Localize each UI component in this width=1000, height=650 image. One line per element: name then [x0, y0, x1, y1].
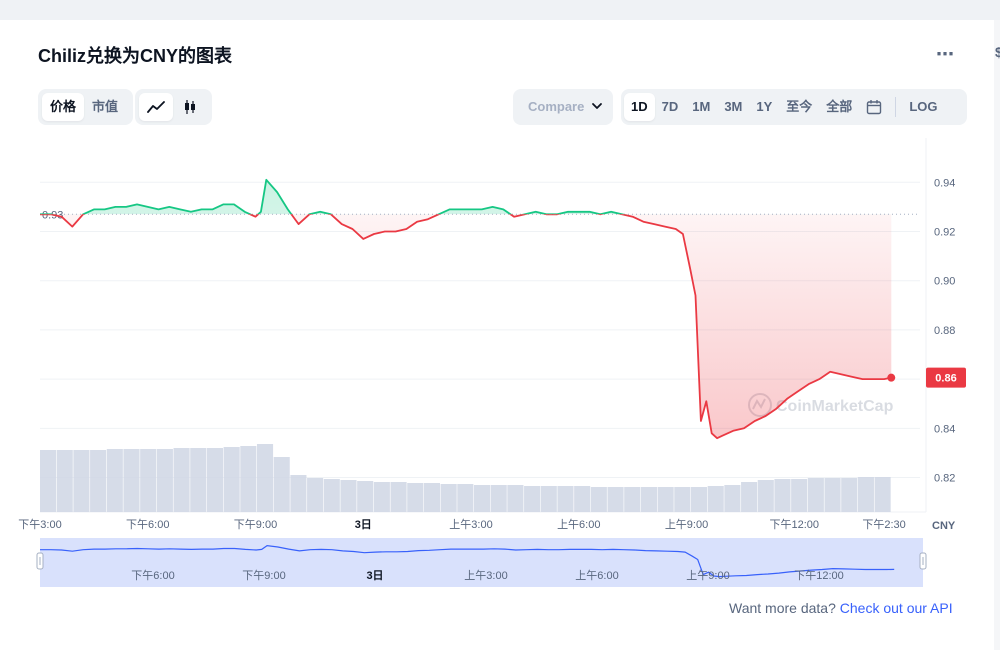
- volume-bar: [857, 477, 874, 512]
- volume-bar: [290, 475, 307, 512]
- volume-bar: [774, 479, 791, 512]
- last-price-label: 0.86: [935, 373, 956, 385]
- x-tick-label: 上午6:00: [557, 518, 600, 531]
- volume-bar: [223, 447, 240, 512]
- volume-bar: [106, 449, 123, 512]
- price-area-fill: [40, 179, 892, 439]
- navigator-tick-label: 上午3:00: [464, 569, 507, 582]
- x-tick-label: 下午9:00: [234, 518, 277, 531]
- volume-bar: [507, 485, 524, 512]
- volume-bar: [757, 480, 774, 512]
- navigator-tick-label: 下午9:00: [242, 569, 285, 582]
- volume-bar: [574, 486, 591, 512]
- volume-bar: [140, 449, 157, 512]
- volume-bar: [73, 450, 90, 512]
- volume-bar: [156, 449, 173, 512]
- api-link[interactable]: Check out our API: [840, 600, 953, 616]
- volume-bar: [557, 486, 574, 512]
- volume-bar: [741, 482, 758, 512]
- volume-bar: [40, 450, 57, 512]
- volume-bar: [307, 478, 324, 512]
- area-below-reference: [40, 214, 892, 439]
- volume-bar: [340, 480, 357, 512]
- navigator-tick-label: 上午6:00: [575, 569, 618, 582]
- x-tick-label: 上午3:00: [449, 518, 492, 531]
- volume-bar: [674, 487, 691, 512]
- volume-bar: [457, 484, 474, 512]
- volume-bar: [640, 487, 657, 512]
- volume-bar: [373, 482, 390, 512]
- watermark-text: CoinMarketCap: [776, 398, 894, 415]
- volume-bar: [690, 487, 708, 512]
- x-tick-label: 下午3:00: [18, 518, 61, 531]
- volume-bar: [807, 478, 824, 512]
- volume-bar: [423, 483, 440, 512]
- price-chart[interactable]: CoinMarketCap 0.93 0.940.920.900.880.860…: [0, 0, 1000, 650]
- x-tick-label: 下午2:30: [862, 518, 905, 531]
- volume-bar: [90, 450, 107, 512]
- x-tick-label: 上午9:00: [665, 518, 708, 531]
- volume-bar: [256, 444, 274, 512]
- x-tick-label: 下午12:00: [770, 518, 820, 531]
- volume-bar: [607, 487, 624, 512]
- y-tick-label: 0.82: [934, 473, 955, 485]
- volume-bar: [56, 450, 73, 512]
- navigator-tick-label: 下午6:00: [131, 569, 174, 582]
- volume-bar: [206, 448, 224, 512]
- volume-bar: [841, 478, 858, 512]
- volume-bar: [657, 487, 674, 512]
- volume-bar: [524, 486, 541, 512]
- volume-bar: [540, 486, 557, 512]
- volume-bar: [490, 485, 507, 512]
- navigator-tick-label: 上午9:00: [686, 569, 729, 582]
- currency-label: CNY: [932, 520, 956, 532]
- volume-bar: [273, 457, 290, 512]
- y-tick-label: 0.84: [934, 423, 955, 435]
- volume-bar: [240, 446, 257, 512]
- y-tick-label: 0.88: [934, 325, 955, 337]
- volume-bar: [874, 477, 891, 512]
- volume-bar: [440, 484, 457, 512]
- volume-bar: [791, 479, 808, 512]
- y-tick-label: 0.94: [934, 177, 955, 189]
- range-navigator: 下午6:00 下午9:00 3日 上午3:00 上午6:00 上午9:00 下午12:00: [36, 538, 927, 587]
- volume-bar: [357, 481, 374, 512]
- volume-bar: [190, 448, 207, 512]
- y-tick-label: 0.90: [934, 276, 955, 288]
- volume-bar: [390, 482, 407, 512]
- x-tick-label: 3日: [355, 518, 372, 531]
- api-prompt-text: Want more data?: [729, 600, 836, 616]
- volume-bar: [624, 487, 641, 512]
- volume-bar: [707, 486, 724, 512]
- navigator-tick-label: 下午12:00: [794, 569, 844, 582]
- volume-bar: [407, 483, 424, 512]
- volume-bar: [123, 449, 140, 512]
- volume-bar: [724, 485, 741, 512]
- y-tick-label: 0.92: [934, 227, 955, 239]
- volume-bar: [824, 478, 841, 512]
- navigator-tick-label: 3日: [366, 569, 383, 582]
- api-prompt: Want more data? Check out our API: [729, 600, 953, 616]
- last-price-dot: [887, 373, 896, 382]
- volume-bar: [173, 448, 190, 512]
- volume-bar: [473, 485, 491, 512]
- volume-bar: [590, 487, 607, 512]
- volume-bar: [323, 479, 340, 512]
- x-tick-label: 下午6:00: [126, 518, 169, 531]
